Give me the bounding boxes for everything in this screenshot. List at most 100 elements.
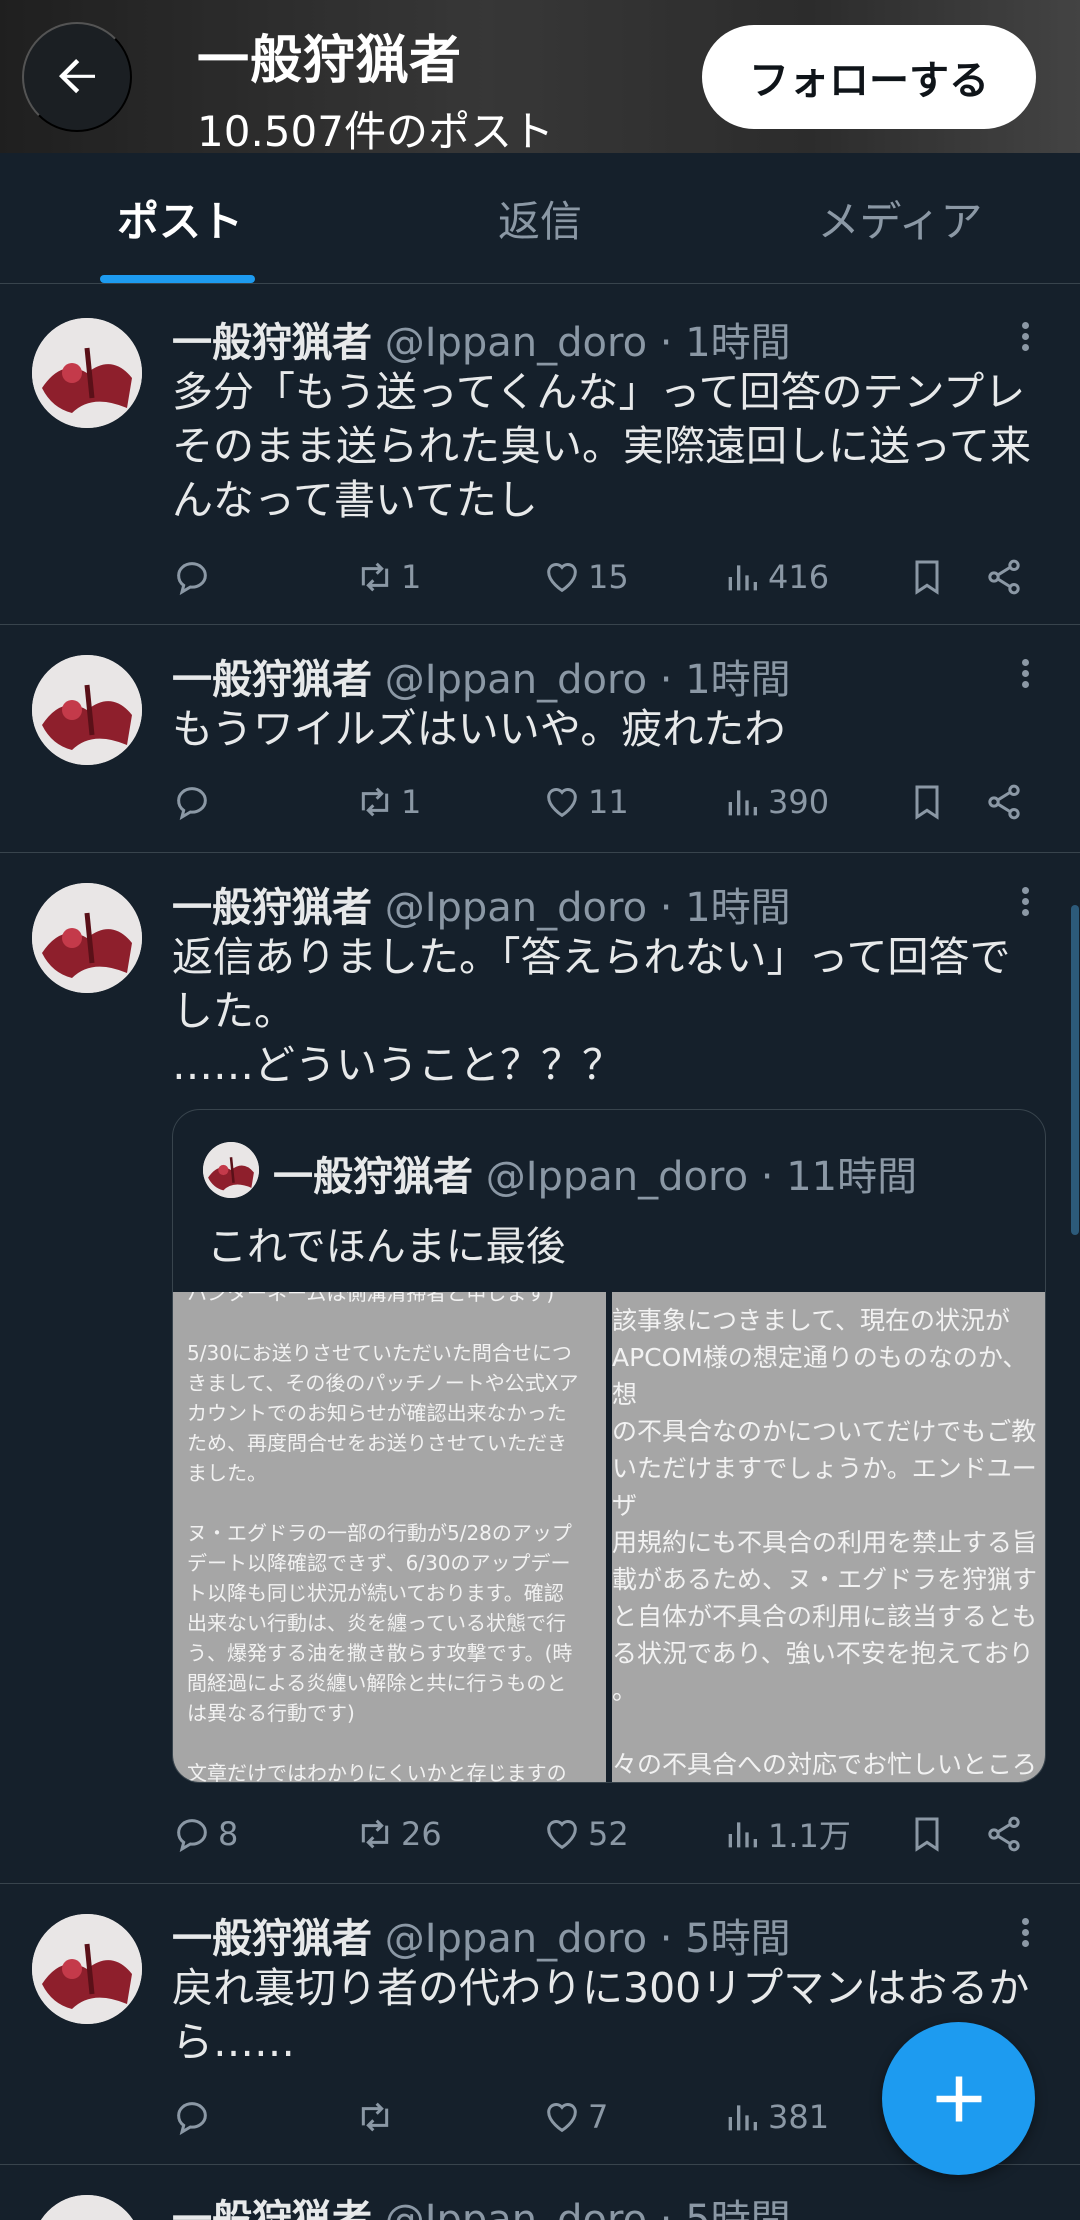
post-time: · 1時間 bbox=[659, 320, 791, 366]
post-count: 10.507件のポスト bbox=[197, 107, 554, 153]
more-icon[interactable] bbox=[1010, 655, 1040, 695]
views-button[interactable]: 381 bbox=[722, 2089, 829, 2145]
share-button[interactable] bbox=[984, 549, 1030, 605]
more-icon[interactable] bbox=[1010, 883, 1040, 923]
like-count: 11 bbox=[588, 783, 629, 821]
author-name[interactable]: 一般狩猟者 bbox=[172, 1916, 372, 1962]
profile-name: 一般狩猟者 bbox=[197, 31, 463, 91]
post-text: 多分「もう送ってくんな」って回答のテンプレ そのまま送られた臭い。実際遠回しに送… bbox=[172, 368, 1031, 524]
tab-posts[interactable]: ポスト bbox=[0, 153, 360, 283]
avatar[interactable] bbox=[32, 883, 142, 993]
author-handle[interactable]: @Ippan_doro bbox=[385, 657, 647, 703]
avatar[interactable] bbox=[32, 318, 142, 428]
like-count: 15 bbox=[588, 558, 629, 596]
repost-button[interactable] bbox=[355, 2089, 401, 2145]
share-button[interactable] bbox=[984, 774, 1030, 830]
back-button[interactable] bbox=[22, 22, 132, 132]
views-icon bbox=[728, 1822, 757, 1848]
author-name[interactable]: 一般狩猟者 bbox=[172, 2197, 372, 2220]
author-name[interactable]: 一般狩猟者 bbox=[172, 657, 372, 703]
back-arrow-icon bbox=[59, 59, 95, 94]
author-name[interactable]: 一般狩猟者 bbox=[172, 320, 372, 366]
post-actions: 1 11 390 bbox=[172, 774, 1042, 830]
post[interactable]: 一般狩猟者 @Ippan_doro · 5時間 bbox=[0, 2166, 1080, 2220]
avatar[interactable] bbox=[32, 655, 142, 765]
author-name: 一般狩猟者 bbox=[273, 1154, 473, 1200]
share-icon bbox=[988, 1816, 1020, 1852]
image-text: 該事象につきまして、現在の状況が APCOM様の想定通りのものなのか、想 の不具… bbox=[612, 1306, 1038, 1779]
tab-media[interactable]: メディア bbox=[720, 153, 1080, 283]
like-button[interactable]: 11 bbox=[542, 774, 629, 830]
post-time: · 5時間 bbox=[659, 1916, 791, 1962]
bookmark-button[interactable] bbox=[907, 1806, 953, 1862]
avatar-image bbox=[32, 1914, 142, 2024]
post[interactable]: 一般狩猟者 @Ippan_doro · 1時間 多分「もう送ってくんな」って回答… bbox=[0, 285, 1080, 625]
like-icon bbox=[547, 2103, 577, 2133]
reply-icon bbox=[177, 562, 207, 596]
reply-button[interactable] bbox=[172, 2089, 218, 2145]
post-text: 返信ありました。「答えられない」って回答で した。 ……どういうこと？？？ bbox=[172, 933, 1011, 1089]
author-handle[interactable]: @Ippan_doro bbox=[385, 320, 647, 366]
scrollbar[interactable] bbox=[1071, 905, 1079, 1235]
reply-button[interactable] bbox=[172, 549, 218, 605]
quote-header: 一般狩猟者 @Ippan_doro · 11時間 bbox=[273, 1144, 917, 1202]
repost-button[interactable]: 1 bbox=[355, 549, 421, 605]
views-button[interactable]: 1.1万 bbox=[722, 1806, 851, 1862]
post-header: 一般狩猟者 @Ippan_doro · 5時間 bbox=[172, 1906, 791, 1964]
views-count: 381 bbox=[768, 2098, 830, 2136]
compose-button[interactable] bbox=[882, 2022, 1035, 2175]
views-button[interactable]: 416 bbox=[722, 549, 829, 605]
share-icon bbox=[988, 784, 1020, 820]
post-actions: 8 26 52 1.1万 bbox=[172, 1806, 1042, 1862]
author-handle[interactable]: @Ippan_doro bbox=[385, 885, 647, 931]
like-button[interactable]: 52 bbox=[542, 1806, 629, 1862]
post-header: 一般狩猟者 @Ippan_doro · 1時間 bbox=[172, 875, 791, 933]
avatar[interactable] bbox=[203, 1142, 259, 1198]
like-icon bbox=[547, 1820, 577, 1850]
bookmark-button[interactable] bbox=[907, 774, 953, 830]
tab-replies[interactable]: 返信 bbox=[360, 153, 720, 283]
quote-image-right[interactable]: 該事象につきまして、現在の状況が APCOM様の想定通りのものなのか、想 の不具… bbox=[612, 1292, 1045, 1782]
views-count: 390 bbox=[768, 783, 830, 821]
more-icon[interactable] bbox=[1010, 1914, 1040, 1954]
like-button[interactable]: 15 bbox=[542, 549, 629, 605]
like-count: 52 bbox=[588, 1815, 629, 1853]
avatar-image bbox=[32, 318, 142, 428]
views-icon bbox=[728, 565, 757, 591]
quote-image-left[interactable]: ハンターネームは側溝清掃者と申します) 5/30にお送りさせていただいた問合せに… bbox=[173, 1292, 606, 1782]
like-count: 7 bbox=[588, 2098, 609, 2136]
quoted-post[interactable]: 一般狩猟者 @Ippan_doro · 11時間 これでほんまに最後 ハンターネ… bbox=[172, 1109, 1046, 1783]
reply-count: 8 bbox=[218, 1815, 239, 1853]
post[interactable]: 一般狩猟者 @Ippan_doro · 1時間 もうワイルズはいいや。疲れたわ … bbox=[0, 626, 1080, 853]
bookmark-button[interactable] bbox=[907, 549, 953, 605]
post-actions: 1 15 416 bbox=[172, 549, 1042, 605]
post-text: もうワイルズはいいや。疲れたわ bbox=[172, 705, 786, 753]
like-icon bbox=[547, 563, 577, 593]
views-button[interactable]: 390 bbox=[722, 774, 829, 830]
post-time: · 11時間 bbox=[760, 1154, 918, 1200]
author-handle[interactable]: @Ippan_doro bbox=[385, 1916, 647, 1962]
profile-header: 一般狩猟者 10.507件のポスト フォローする bbox=[0, 0, 1080, 153]
reply-button[interactable] bbox=[172, 774, 218, 830]
reply-button[interactable]: 8 bbox=[172, 1806, 238, 1862]
post-time: · 1時間 bbox=[659, 885, 791, 931]
plus-icon bbox=[936, 2076, 981, 2121]
author-name[interactable]: 一般狩猟者 bbox=[172, 885, 372, 931]
reply-icon bbox=[177, 1819, 207, 1853]
bookmark-icon bbox=[915, 785, 939, 820]
follow-button[interactable]: フォローする bbox=[702, 25, 1036, 129]
avatar[interactable] bbox=[32, 1914, 142, 2024]
like-button[interactable]: 7 bbox=[542, 2089, 608, 2145]
repost-button[interactable]: 26 bbox=[355, 1806, 442, 1862]
views-count: 1.1万 bbox=[768, 1817, 851, 1855]
avatar-image bbox=[203, 1142, 259, 1198]
profile-screen: 一般狩猟者 10.507件のポスト フォローする ポスト 返信 メディア 一般狩… bbox=[0, 0, 1080, 2220]
avatar[interactable] bbox=[32, 2195, 142, 2220]
avatar-image bbox=[32, 655, 142, 765]
repost-button[interactable]: 1 bbox=[355, 774, 421, 830]
reply-icon bbox=[177, 787, 207, 821]
more-icon[interactable] bbox=[1010, 318, 1040, 358]
author-handle[interactable]: @Ippan_doro bbox=[385, 2197, 647, 2220]
share-button[interactable] bbox=[984, 1806, 1030, 1862]
repost-count: 1 bbox=[401, 558, 422, 596]
